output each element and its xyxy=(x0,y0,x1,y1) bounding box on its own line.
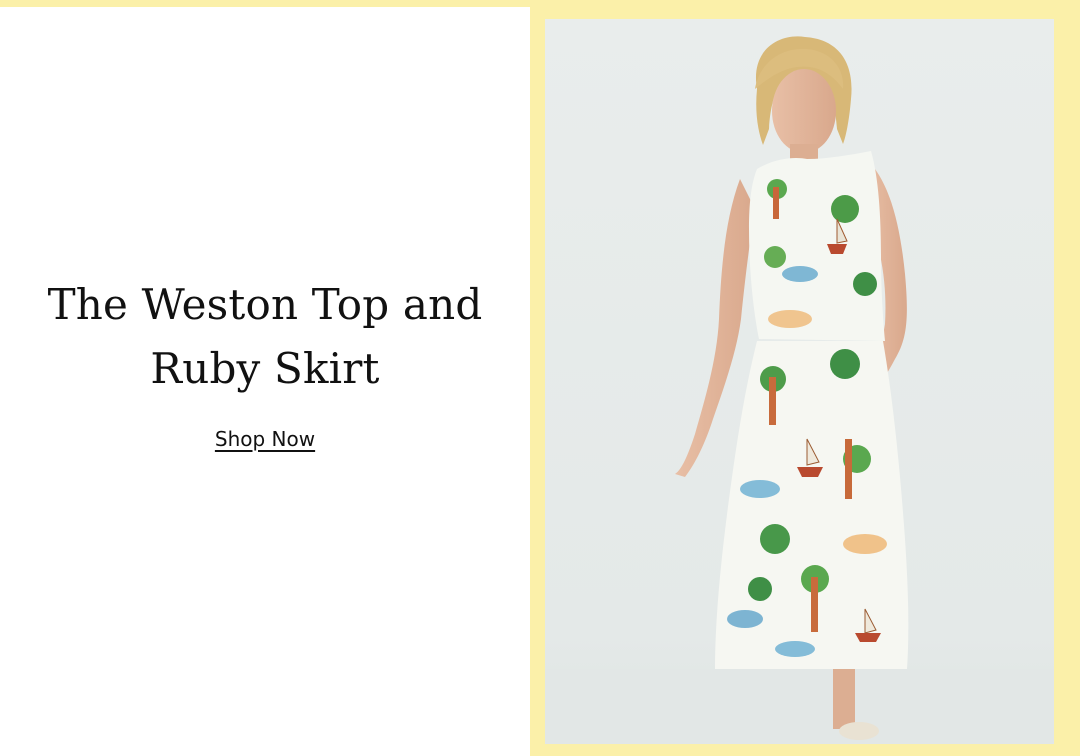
shop-now-link[interactable]: Shop Now xyxy=(215,427,315,451)
top-accent-band xyxy=(0,0,530,7)
product-photo[interactable] xyxy=(545,19,1054,744)
promo-headline: The Weston Top and Ruby Skirt xyxy=(47,279,483,393)
promo-text-panel: The Weston Top and Ruby Skirt Shop Now xyxy=(0,7,530,756)
model-illustration xyxy=(545,19,1054,744)
